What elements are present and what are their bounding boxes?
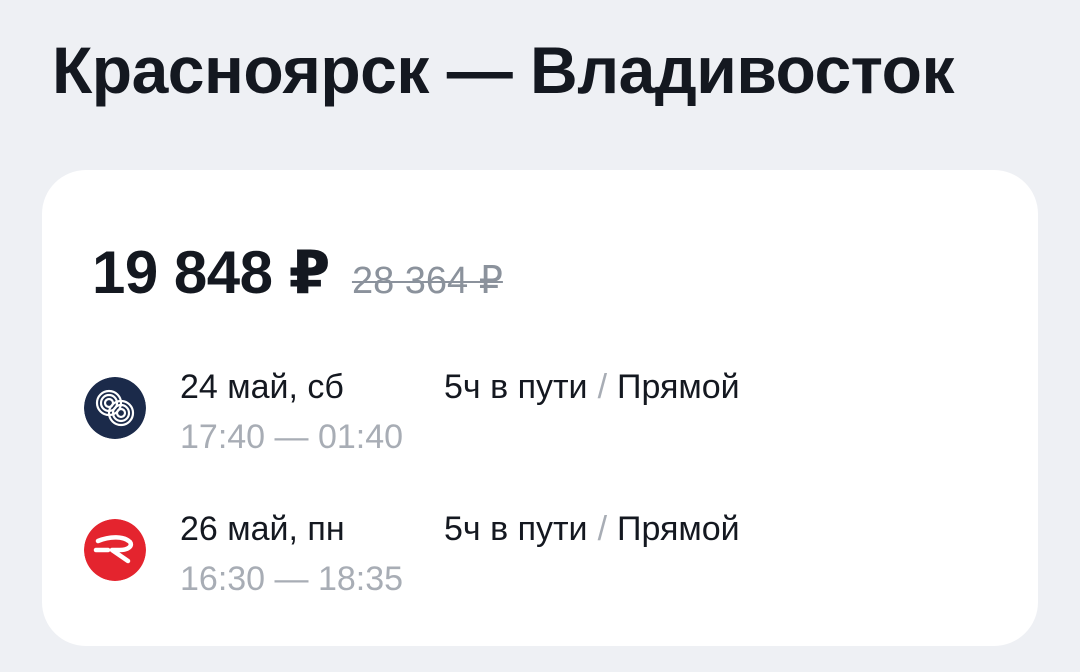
- flight-type: Прямой: [617, 510, 740, 548]
- meta-separator: /: [597, 368, 608, 406]
- offer-card[interactable]: 19 848 ₽ 28 364 ₽ 24 май, сб 17:40 — 01:…: [42, 170, 1038, 646]
- flight-row-return: 26 май, пн 16:30 — 18:35 5ч в пути / Прямо…: [84, 510, 1004, 606]
- flight-meta: 5ч в пути / Прямой: [444, 510, 740, 549]
- flight-times: 16:30 — 18:35: [180, 560, 404, 598]
- flight-duration: 5ч в пути: [444, 368, 588, 406]
- flight-type: Прямой: [617, 368, 740, 406]
- price-current: 19 848 ₽: [92, 239, 330, 306]
- flight-date: 24 май, сб: [180, 368, 344, 406]
- flight-meta: 5ч в пути / Прямой: [444, 368, 740, 407]
- flight-date: 26 май, пн: [180, 510, 345, 548]
- flight-duration: 5ч в пути: [444, 510, 588, 548]
- flight-row-outbound: 24 май, сб 17:40 — 01:40 5ч в пути / Прямо…: [84, 368, 1004, 464]
- flight-times: 17:40 — 01:40: [180, 418, 404, 456]
- meta-separator: /: [597, 510, 608, 548]
- airline-swirl-logo-icon: [84, 377, 146, 439]
- airline-r-logo-icon: [84, 519, 146, 581]
- price-row: 19 848 ₽ 28 364 ₽: [92, 238, 503, 308]
- route-title: Красноярск — Владивосток: [52, 33, 954, 107]
- price-old: 28 364 ₽: [351, 260, 503, 302]
